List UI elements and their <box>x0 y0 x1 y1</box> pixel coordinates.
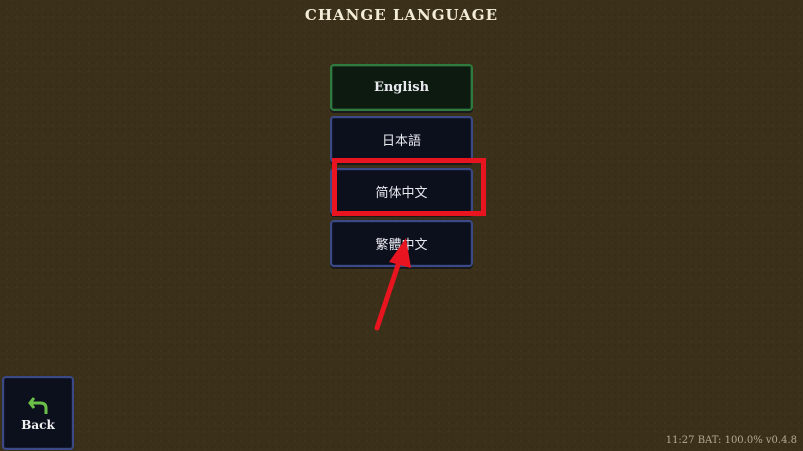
language-option-japanese[interactable]: 日本語 <box>330 116 473 163</box>
status-bar: 11:27 BAT: 100.0% v0.4.8 <box>665 435 797 446</box>
page-title: CHANGE LANGUAGE <box>304 6 499 24</box>
language-option-english[interactable]: English <box>330 64 473 111</box>
back-button[interactable]: Back <box>2 376 74 450</box>
back-arrow-icon <box>28 397 48 414</box>
back-button-label: Back <box>21 418 55 432</box>
language-option-simplified-chinese[interactable]: 简体中文 <box>330 168 473 215</box>
language-list: English 日本語 简体中文 繁體中文 <box>330 64 473 272</box>
language-option-traditional-chinese[interactable]: 繁體中文 <box>330 220 473 267</box>
